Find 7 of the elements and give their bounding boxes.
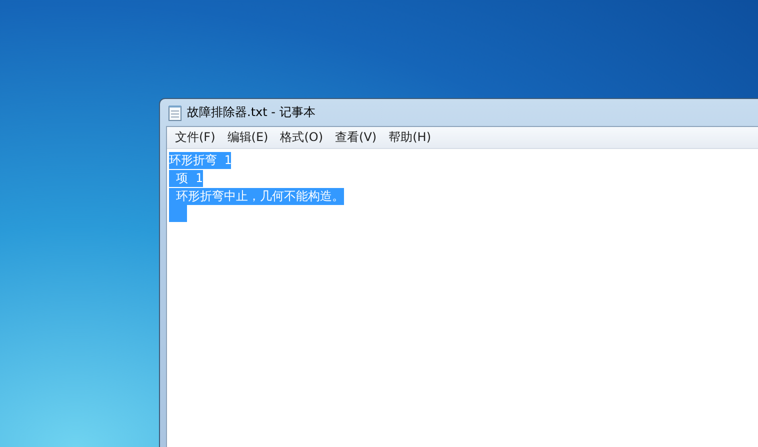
window-title: 故障排除器.txt - 记事本 [187,104,316,121]
notepad-icon [168,104,182,120]
menu-item[interactable]: 帮助(H) [382,129,437,146]
menu-item[interactable]: 编辑(E) [221,129,274,146]
menu-item[interactable]: 格式(O) [274,129,330,146]
menu-item[interactable]: 查看(V) [329,129,383,146]
menu-item[interactable]: 文件(F) [169,129,222,146]
